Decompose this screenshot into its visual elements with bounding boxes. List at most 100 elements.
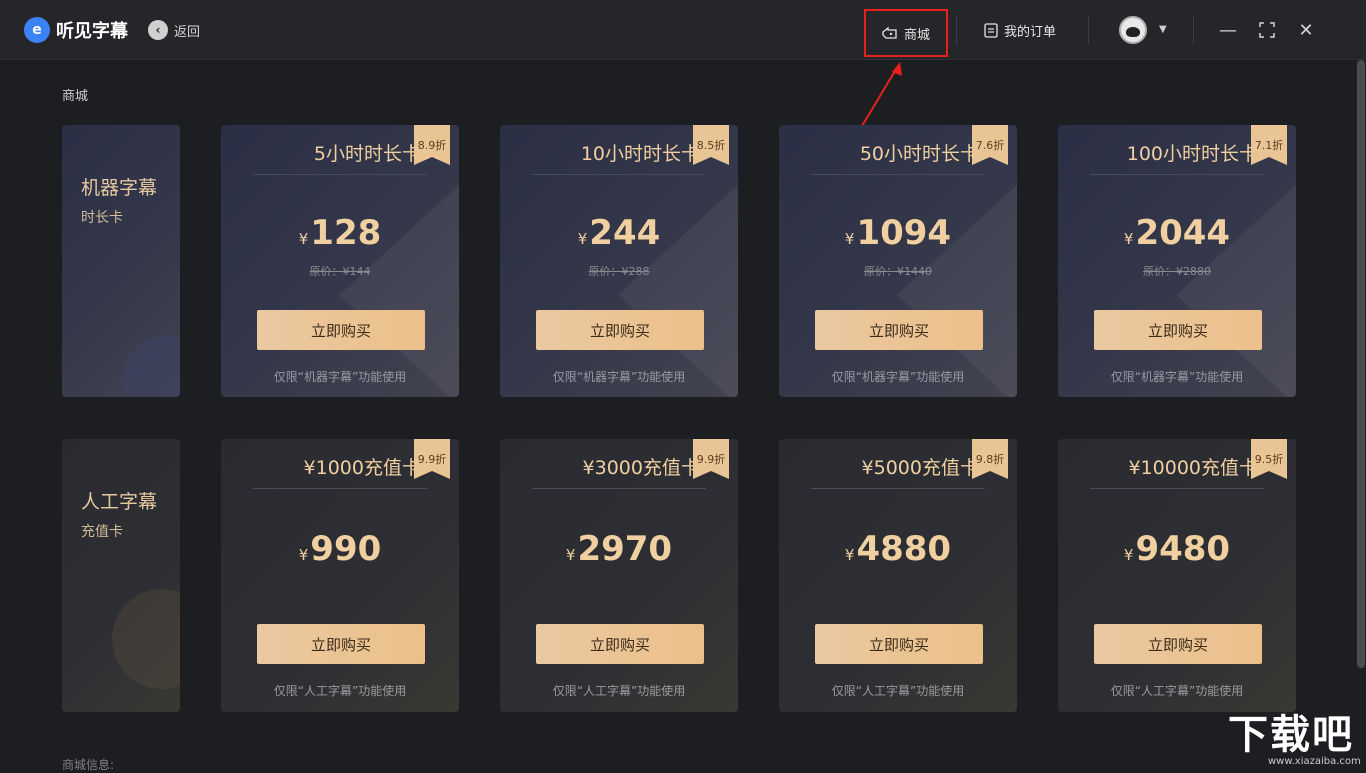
avatar-face-icon <box>1126 27 1140 37</box>
discount-badge: 9.8折 <box>972 439 1008 479</box>
product-card: ¥3000充值卡 9.9折 ¥2970 立即购买 仅限“人工字幕”功能使用 <box>500 439 738 712</box>
currency-symbol: ¥ <box>565 546 576 564</box>
card-price: ¥2970 <box>500 529 738 569</box>
buy-now-button[interactable]: 立即购买 <box>257 310 425 350</box>
card-title: 10小时时长卡 <box>580 143 700 165</box>
discount-badge: 8.5折 <box>693 125 729 165</box>
usage-note: 仅限“人工字幕”功能使用 <box>1110 684 1244 698</box>
category-subtitle: 充值卡 <box>81 524 123 540</box>
price-value: 2044 <box>1135 213 1231 253</box>
decor-circle <box>122 335 180 397</box>
back-label: 返回 <box>174 24 201 40</box>
divider <box>1090 488 1264 489</box>
chevron-down-icon[interactable]: ▼ <box>1159 24 1167 35</box>
back-arrow-icon: ‹ <box>148 20 168 40</box>
site-watermark: 下载吧 www.xiazaiba.com <box>1228 712 1362 768</box>
close-icon[interactable]: ✕ <box>1294 18 1318 42</box>
avatar[interactable] <box>1119 16 1147 44</box>
nav-shop[interactable]: 商城 <box>864 9 948 57</box>
usage-note: 仅限“人工字幕”功能使用 <box>273 684 407 698</box>
product-card: 5小时时长卡 8.9折 ¥128 原价：¥144 立即购买 仅限“机器字幕”功能… <box>221 125 459 397</box>
price-value: 1094 <box>856 213 952 253</box>
price-value: 244 <box>589 213 661 253</box>
card-price: ¥128 <box>221 213 459 253</box>
nav-orders-label: 我的订单 <box>1004 25 1057 40</box>
nav-divider <box>1193 16 1194 44</box>
price-value: 4880 <box>856 529 952 569</box>
usage-note: 仅限“机器字幕”功能使用 <box>552 370 686 384</box>
discount-badge: 9.9折 <box>693 439 729 479</box>
original-price: 原价：¥144 <box>309 265 371 278</box>
divider <box>253 488 427 489</box>
buy-now-button[interactable]: 立即购买 <box>1094 624 1262 664</box>
card-price: ¥244 <box>500 213 738 253</box>
nav-shop-label: 商城 <box>903 27 930 43</box>
buy-now-button[interactable]: 立即购买 <box>257 624 425 664</box>
maximize-icon[interactable] <box>1255 18 1279 42</box>
currency-symbol: ¥ <box>1123 230 1134 248</box>
nav-divider <box>956 16 957 44</box>
nav-my-orders[interactable]: 我的订单 <box>984 21 1056 40</box>
buy-now-button[interactable]: 立即购买 <box>815 310 983 350</box>
category-card-human: 人工字幕 充值卡 <box>62 439 180 712</box>
usage-note: 仅限“人工字幕”功能使用 <box>831 684 965 698</box>
title-bar: e 听见字幕 ‹ 返回 商城 我的订单 ▼ — ✕ <box>0 0 1366 60</box>
app-logo: e 听见字幕 <box>24 17 128 43</box>
product-card: 100小时时长卡 7.1折 ¥2044 原价：¥2880 立即购买 仅限“机器字… <box>1058 125 1296 397</box>
discount-badge: 7.1折 <box>1251 125 1287 165</box>
card-title: ¥1000充值卡 <box>303 457 421 479</box>
currency-symbol: ¥ <box>298 230 309 248</box>
category-title: 人工字幕 <box>81 491 158 513</box>
usage-note: 仅限“机器字幕”功能使用 <box>1110 370 1244 384</box>
price-value: 990 <box>310 529 382 569</box>
category-subtitle: 时长卡 <box>81 210 123 226</box>
product-card: ¥1000充值卡 9.9折 ¥990 立即购买 仅限“人工字幕”功能使用 <box>221 439 459 712</box>
card-price: ¥1094 <box>779 213 1017 253</box>
divider <box>253 174 427 175</box>
orders-icon <box>984 23 998 38</box>
currency-symbol: ¥ <box>298 546 309 564</box>
buy-now-button[interactable]: 立即购买 <box>1094 310 1262 350</box>
currency-symbol: ¥ <box>1123 546 1134 564</box>
discount-badge: 7.6折 <box>972 125 1008 165</box>
price-value: 128 <box>310 213 382 253</box>
buy-now-button[interactable]: 立即购买 <box>536 310 704 350</box>
currency-symbol: ¥ <box>577 230 588 248</box>
divider <box>811 174 985 175</box>
vertical-scrollbar[interactable] <box>1357 60 1365 668</box>
category-card-machine: 机器字幕 时长卡 <box>62 125 180 397</box>
shop-icon <box>882 26 897 39</box>
buy-now-button[interactable]: 立即购买 <box>815 624 983 664</box>
category-title: 机器字幕 <box>81 177 158 199</box>
usage-note: 仅限“机器字幕”功能使用 <box>273 370 407 384</box>
divider <box>532 488 706 489</box>
card-price: ¥990 <box>221 529 459 569</box>
original-price: 原价：¥1440 <box>864 265 932 278</box>
divider <box>1090 174 1264 175</box>
discount-badge: 8.9折 <box>414 125 450 165</box>
card-title: ¥10000充值卡 <box>1128 457 1258 479</box>
nav-divider <box>1088 16 1089 44</box>
watermark-text: 下载吧 <box>1228 712 1354 758</box>
back-button[interactable]: ‹ 返回 <box>148 20 200 40</box>
product-card: 10小时时长卡 8.5折 ¥244 原价：¥288 立即购买 仅限“机器字幕”功… <box>500 125 738 397</box>
product-card: ¥5000充值卡 9.8折 ¥4880 立即购买 仅限“人工字幕”功能使用 <box>779 439 1017 712</box>
logo-icon: e <box>24 17 50 43</box>
price-value: 2970 <box>577 529 673 569</box>
decor-circle <box>112 589 180 689</box>
currency-symbol: ¥ <box>844 546 855 564</box>
buy-now-button[interactable]: 立即购买 <box>536 624 704 664</box>
card-title: ¥3000充值卡 <box>582 457 700 479</box>
discount-badge: 9.9折 <box>414 439 450 479</box>
card-price: ¥9480 <box>1058 529 1296 569</box>
annotation-arrow <box>861 62 902 127</box>
discount-badge: 9.5折 <box>1251 439 1287 479</box>
divider <box>532 174 706 175</box>
app-name: 听见字幕 <box>56 21 128 42</box>
divider <box>811 488 985 489</box>
watermark-url: www.xiazaiba.com <box>1268 756 1361 767</box>
card-price: ¥4880 <box>779 529 1017 569</box>
minimize-icon[interactable]: — <box>1216 18 1240 42</box>
product-card: 50小时时长卡 7.6折 ¥1094 原价：¥1440 立即购买 仅限“机器字幕… <box>779 125 1017 397</box>
price-value: 9480 <box>1135 529 1231 569</box>
